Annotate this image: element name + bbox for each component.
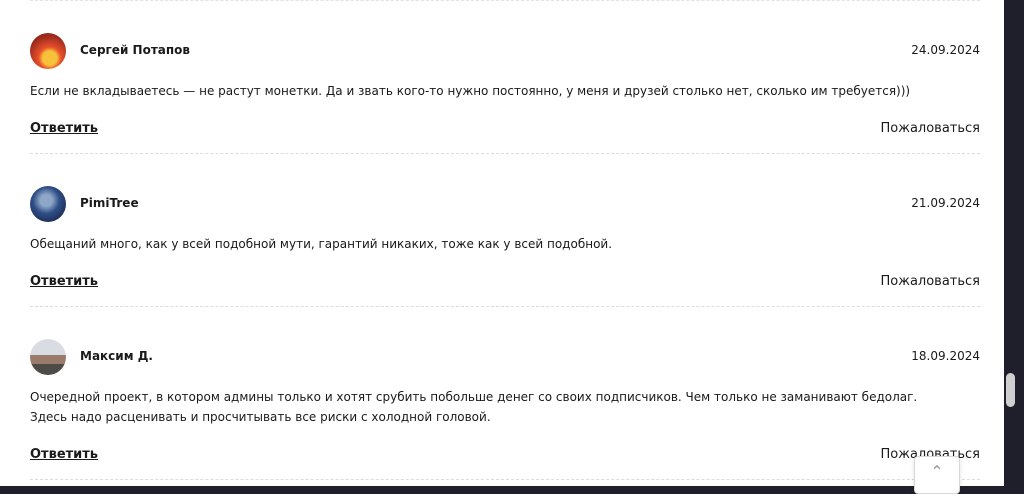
comment-text: Обещаний много, как у всей подобной мути… <box>30 237 613 251</box>
reply-link[interactable]: Ответить <box>30 447 98 462</box>
comment-author: Сергей Потапов <box>80 43 190 57</box>
comment-header: PimiTree 21.09.2024 <box>30 186 980 222</box>
comment-item: PimiTree 21.09.2024 Обещаний много, как … <box>30 186 980 307</box>
report-link[interactable]: Пожаловаться <box>881 121 981 136</box>
comments-page: Сергей Потапов 24.09.2024 Если не вклады… <box>0 0 1005 494</box>
comment-author: PimiTree <box>80 196 139 210</box>
comment-item: Сергей Потапов 24.09.2024 Если не вклады… <box>30 33 980 154</box>
comment-actions: Ответить Пожаловаться <box>30 121 980 141</box>
avatar <box>30 339 66 375</box>
comment-divider <box>30 153 980 154</box>
comment-header: Сергей Потапов 24.09.2024 <box>30 33 980 69</box>
chevron-up-icon: ⌃ <box>930 462 944 481</box>
comment-text: Очередной проект, в котором админы тольк… <box>30 390 918 424</box>
comment-divider <box>30 479 980 480</box>
comment-date: 21.09.2024 <box>911 196 980 210</box>
comment-actions: Ответить Пожаловаться <box>30 447 980 467</box>
comment-divider <box>30 306 980 307</box>
comment-date: 24.09.2024 <box>911 43 980 57</box>
comment-header: Максим Д. 18.09.2024 <box>30 339 980 375</box>
avatar <box>30 186 66 222</box>
scroll-to-top-button[interactable]: ⌃ <box>914 456 960 494</box>
avatar <box>30 33 66 69</box>
comment-text: Если не вкладываетесь — не растут монетк… <box>30 84 911 98</box>
comment-author: Максим Д. <box>80 349 153 363</box>
comment-item: Максим Д. 18.09.2024 Очередной проект, в… <box>30 339 980 480</box>
scrollbar-thumb[interactable] <box>1006 373 1015 407</box>
divider <box>30 0 980 1</box>
comment-date: 18.09.2024 <box>911 349 980 363</box>
reply-link[interactable]: Ответить <box>30 121 98 136</box>
reply-link[interactable]: Ответить <box>30 274 98 289</box>
scrollbar[interactable] <box>1004 0 1024 486</box>
comment-actions: Ответить Пожаловаться <box>30 274 980 294</box>
report-link[interactable]: Пожаловаться <box>881 274 981 289</box>
